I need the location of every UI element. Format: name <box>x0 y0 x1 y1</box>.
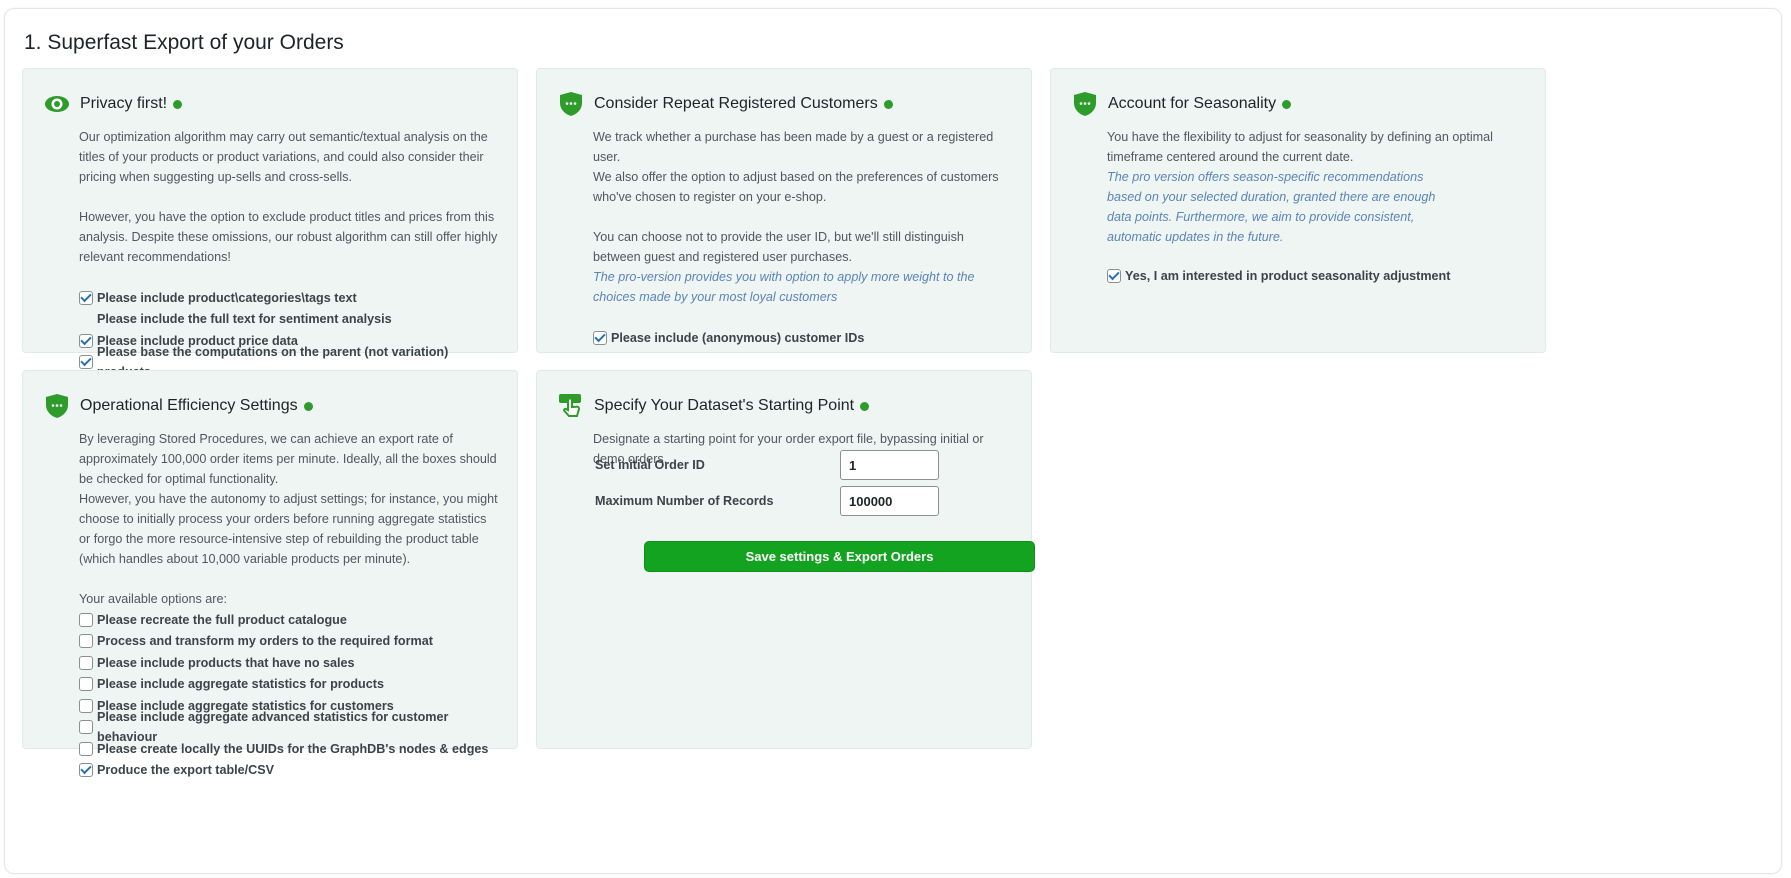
customers-body: We track whether a purchase has been mad… <box>593 127 1013 349</box>
initial-order-input[interactable] <box>840 450 939 480</box>
checkbox[interactable] <box>79 290 93 305</box>
checkbox[interactable] <box>79 763 93 778</box>
status-dot <box>1282 99 1292 109</box>
customers-options: Please include (anonymous) customer IDs <box>593 327 1013 349</box>
customers-title: Consider Repeat Registered Customers <box>594 95 878 112</box>
efficiency-paragraph-1: By leveraging Stored Procedures, we can … <box>79 432 497 486</box>
status-dot <box>860 401 870 411</box>
option-label: Please include product\categories\tags t… <box>97 290 357 305</box>
option-label: Please include (anonymous) customer IDs <box>611 330 865 345</box>
option-label: Please include aggregate statistics for … <box>97 677 384 692</box>
option-row[interactable]: Please include the full text for sentime… <box>79 309 499 331</box>
privacy-card-header: Privacy first! <box>44 91 183 117</box>
efficiency-options-intro: Your available options are: <box>79 592 227 606</box>
efficiency-card: Operational Efficiency Settings By lever… <box>22 370 518 778</box>
checkbox[interactable] <box>79 741 93 756</box>
efficiency-title: Operational Efficiency Settings <box>80 397 298 414</box>
option-label: Please include products that have no sal… <box>97 655 355 670</box>
option-row[interactable]: Please recreate the full product catalog… <box>79 609 499 631</box>
max-records-input[interactable] <box>840 486 939 516</box>
shield-icon <box>44 393 70 419</box>
dataset-card-header: Specify Your Dataset's Starting Point <box>558 393 870 419</box>
option-row[interactable]: Please include product\categories\tags t… <box>79 287 499 309</box>
seasonality-card-header: Account for Seasonality <box>1072 91 1292 117</box>
privacy-body: Our optimization algorithm may carry out… <box>79 127 499 379</box>
seasonality-options: Yes, I am interested in product seasonal… <box>1107 265 1527 287</box>
shield-icon <box>1072 91 1098 117</box>
efficiency-paragraph-2: However, you have the autonomy to adjust… <box>79 492 498 566</box>
checkbox[interactable] <box>79 634 93 649</box>
customers-card-header: Consider Repeat Registered Customers <box>558 91 893 117</box>
checkbox[interactable] <box>79 355 93 370</box>
initial-order-row: Set initial Order ID <box>595 450 939 480</box>
customers-paragraph-2: You can choose not to provide the user I… <box>593 230 964 264</box>
eye-icon <box>44 91 70 117</box>
option-row[interactable]: Please include aggregate advanced statis… <box>79 710 499 744</box>
option-row[interactable]: Yes, I am interested in product seasonal… <box>1107 265 1527 287</box>
seasonality-pro-note: The pro version offers season-specific r… <box>1107 170 1436 244</box>
checkbox[interactable] <box>79 698 93 713</box>
privacy-paragraph-1: Our optimization algorithm may carry out… <box>79 130 488 184</box>
checkbox[interactable] <box>593 330 607 345</box>
option-label: Please recreate the full product catalog… <box>97 612 347 627</box>
status-dot <box>883 99 893 109</box>
option-row[interactable]: Please include products that have no sal… <box>79 652 499 674</box>
settings-panel: 1. Superfast Export of your Orders Priva… <box>4 8 1782 874</box>
initial-order-label: Set initial Order ID <box>595 458 705 472</box>
efficiency-body: By leveraging Stored Procedures, we can … <box>79 429 499 781</box>
option-label: Process and transform my orders to the r… <box>97 634 433 649</box>
customers-paragraph-1a: We track whether a purchase has been mad… <box>593 130 994 164</box>
tap-icon <box>558 393 584 419</box>
privacy-card: Privacy first! Our optimization algorith… <box>22 68 518 379</box>
efficiency-card-header: Operational Efficiency Settings <box>44 393 313 419</box>
privacy-paragraph-2: However, you have the option to exclude … <box>79 210 498 264</box>
status-dot <box>173 99 183 109</box>
option-row[interactable]: Please include aggregate statistics for … <box>79 674 499 696</box>
checkbox[interactable] <box>79 655 93 670</box>
seasonality-body: You have the flexibility to adjust for s… <box>1107 127 1527 287</box>
privacy-options: Please include product\categories\tags t… <box>79 287 499 379</box>
checkbox[interactable] <box>79 677 93 692</box>
page-title: 1. Superfast Export of your Orders <box>24 31 344 54</box>
option-label: Yes, I am interested in product seasonal… <box>1125 268 1451 283</box>
dataset-title: Specify Your Dataset's Starting Point <box>594 397 855 414</box>
checkbox[interactable] <box>79 333 93 348</box>
option-label: Please create locally the UUIDs for the … <box>97 741 489 756</box>
checkbox[interactable] <box>79 312 93 326</box>
checkbox[interactable] <box>1107 268 1121 283</box>
status-dot <box>303 401 313 411</box>
option-label: Please include the full text for sentime… <box>97 312 392 327</box>
option-label: Produce the export table/CSV <box>97 763 275 778</box>
max-records-row: Maximum Number of Records <box>595 486 939 516</box>
save-export-button[interactable]: Save settings & Export Orders <box>644 541 1035 572</box>
seasonality-paragraph-1: You have the flexibility to adjust for s… <box>1107 130 1493 164</box>
option-row[interactable]: Process and transform my orders to the r… <box>79 631 499 653</box>
customers-card: Consider Repeat Registered Customers We … <box>536 68 1032 353</box>
customers-pro-note: The pro-version provides you with option… <box>593 270 975 304</box>
option-row[interactable]: Please include (anonymous) customer IDs <box>593 327 1013 349</box>
checkbox[interactable] <box>79 612 93 627</box>
shield-icon <box>558 91 584 117</box>
efficiency-options: Please recreate the full product catalog… <box>79 609 499 781</box>
dataset-card: Specify Your Dataset's Starting Point De… <box>536 370 1035 749</box>
option-row[interactable]: Please create locally the UUIDs for the … <box>79 738 499 760</box>
max-records-label: Maximum Number of Records <box>595 494 774 508</box>
seasonality-card: Account for Seasonality You have the fle… <box>1050 68 1546 353</box>
seasonality-title: Account for Seasonality <box>1108 95 1277 112</box>
customers-paragraph-1b: We also offer the option to adjust based… <box>593 170 999 204</box>
option-row[interactable]: Produce the export table/CSV <box>79 760 499 782</box>
privacy-title: Privacy first! <box>80 95 168 112</box>
checkbox[interactable] <box>79 720 93 735</box>
